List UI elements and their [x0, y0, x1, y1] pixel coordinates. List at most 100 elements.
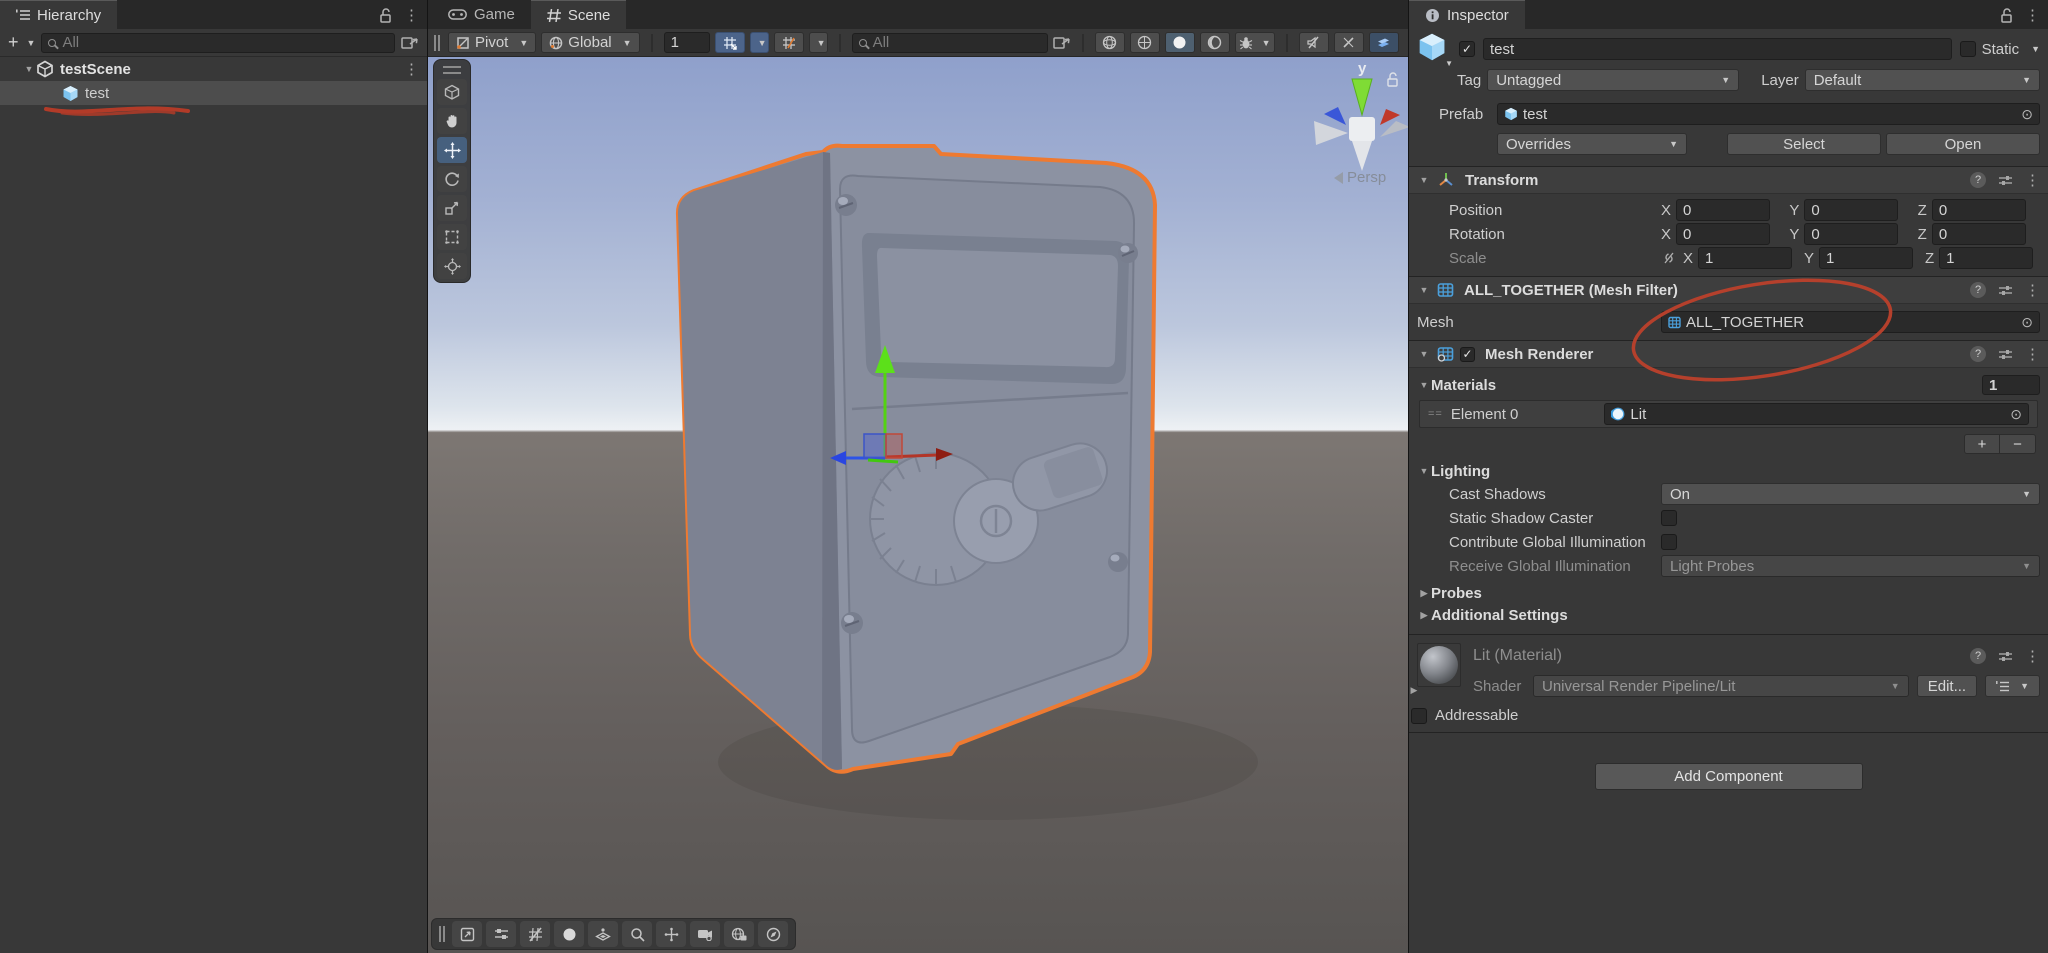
- foldout-icon[interactable]: [1417, 285, 1431, 295]
- tab-game[interactable]: Game: [432, 0, 531, 29]
- layer-dropdown[interactable]: Default ▼: [1805, 69, 2040, 91]
- position-z-field[interactable]: [1932, 199, 2026, 221]
- scale-z-field[interactable]: [1939, 247, 2033, 269]
- projection-toggle[interactable]: Persp: [1334, 169, 1386, 186]
- mesh-object-field[interactable]: ALL_TOGETHER ⊙: [1661, 311, 2040, 333]
- toolbar-drag-handle[interactable]: [434, 35, 440, 51]
- scale-y-field[interactable]: [1819, 247, 1913, 269]
- material-thumbnail[interactable]: [1417, 643, 1461, 687]
- unlock-icon[interactable]: [2000, 7, 2013, 23]
- rotation-x-field[interactable]: [1676, 223, 1770, 245]
- material-foldout-icon[interactable]: [1407, 685, 1421, 696]
- position-x-field[interactable]: [1676, 199, 1770, 221]
- presets-icon[interactable]: [1998, 174, 2013, 187]
- gizmo-selection-button[interactable]: [588, 921, 618, 947]
- audio-toggle-button[interactable]: [1200, 32, 1230, 53]
- name-field[interactable]: [1483, 38, 1952, 60]
- cast-shadows-dropdown[interactable]: On ▼: [1661, 483, 2040, 505]
- search-overlay-button[interactable]: [622, 921, 652, 947]
- occlusion-overlay-button[interactable]: [724, 921, 754, 947]
- increment-snap-toggle[interactable]: [774, 32, 804, 53]
- lighting-foldout-row[interactable]: Lighting: [1409, 460, 2048, 482]
- select-button[interactable]: Select: [1727, 133, 1881, 155]
- remove-material-button[interactable]: −: [2000, 434, 2036, 454]
- help-icon[interactable]: ?: [1970, 346, 1986, 362]
- grid-visibility-button[interactable]: [520, 921, 550, 947]
- effects-dropdown-button[interactable]: ▼: [1235, 32, 1275, 53]
- view-settings-button[interactable]: [486, 921, 516, 947]
- shader-dropdown[interactable]: Universal Render Pipeline/Lit ▼: [1533, 675, 1909, 697]
- foldout-icon[interactable]: [1417, 380, 1431, 390]
- grid-snap-dropdown[interactable]: ▼: [750, 32, 769, 53]
- view-tool-button[interactable]: [437, 79, 467, 105]
- scene-search-field[interactable]: All: [852, 33, 1048, 53]
- grid-size-input[interactable]: [664, 32, 710, 53]
- global-mode-button[interactable]: Global ▼: [541, 32, 639, 53]
- hierarchy-item-test[interactable]: test: [0, 81, 427, 105]
- tab-hierarchy[interactable]: Hierarchy: [0, 0, 117, 29]
- scene-viewport[interactable]: y Persp: [428, 57, 1408, 953]
- camera-overlay-button[interactable]: [690, 921, 720, 947]
- rotation-z-field[interactable]: [1932, 223, 2026, 245]
- materials-count-field[interactable]: [1982, 375, 2040, 395]
- help-icon[interactable]: ?: [1970, 172, 1986, 188]
- presets-icon[interactable]: [1998, 348, 2013, 361]
- object-picker-icon[interactable]: ⊙: [2010, 406, 2022, 423]
- transform-tool-button[interactable]: [437, 253, 467, 279]
- component-menu-icon[interactable]: ⋮: [2025, 345, 2040, 363]
- gizmo-toggle-button[interactable]: [1334, 32, 1364, 53]
- navigation-overlay-button[interactable]: [758, 921, 788, 947]
- grid-snap-toggle[interactable]: [715, 32, 745, 53]
- overlay-drag-handle[interactable]: [443, 66, 461, 74]
- component-menu-icon[interactable]: ⋮: [2025, 281, 2040, 299]
- foldout-icon[interactable]: [1417, 349, 1431, 359]
- foldout-icon[interactable]: [22, 64, 36, 74]
- additional-settings-foldout-row[interactable]: Additional Settings: [1409, 604, 2048, 626]
- increment-snap-dropdown[interactable]: ▼: [809, 32, 828, 53]
- shader-edit-button[interactable]: Edit...: [1917, 675, 1977, 697]
- create-object-button[interactable]: +▼: [8, 32, 35, 53]
- help-icon[interactable]: ?: [1970, 648, 1986, 664]
- add-material-button[interactable]: +: [1964, 434, 2000, 454]
- frame-selected-icon[interactable]: [1053, 35, 1071, 51]
- tab-scene[interactable]: Scene: [531, 0, 627, 29]
- lighting-toggle-button[interactable]: [1165, 32, 1195, 53]
- position-y-field[interactable]: [1804, 199, 1898, 221]
- presets-icon[interactable]: [1998, 650, 2013, 663]
- overlays-button[interactable]: [1369, 32, 1399, 53]
- addressable-checkbox[interactable]: [1411, 708, 1427, 724]
- static-shadow-caster-checkbox[interactable]: [1661, 510, 1677, 526]
- scale-tool-button[interactable]: [437, 195, 467, 221]
- help-icon[interactable]: ?: [1970, 282, 1986, 298]
- audio-mute-button[interactable]: [1299, 32, 1329, 53]
- lighting-preview-button[interactable]: [554, 921, 584, 947]
- renderer-enabled-checkbox[interactable]: ✓: [1460, 347, 1475, 362]
- foldout-icon[interactable]: [1417, 175, 1431, 185]
- rotation-y-field[interactable]: [1804, 223, 1898, 245]
- view-options-button[interactable]: [1130, 32, 1160, 53]
- probes-foldout-row[interactable]: Probes: [1409, 582, 2048, 604]
- shading-mode-button[interactable]: [1095, 32, 1125, 53]
- hierarchy-search-field[interactable]: All: [41, 33, 395, 53]
- mesh-filter-header[interactable]: ALL_TOGETHER (Mesh Filter) ? ⋮: [1409, 276, 2048, 304]
- foldout-icon[interactable]: [1417, 466, 1431, 476]
- gizmo-unlock-icon[interactable]: [1386, 71, 1399, 87]
- unlock-icon[interactable]: [379, 7, 392, 23]
- scale-x-field[interactable]: [1698, 247, 1792, 269]
- shader-list-button[interactable]: ▼: [1985, 675, 2040, 697]
- pivot-mode-button[interactable]: Pivot ▼: [448, 32, 536, 53]
- open-button[interactable]: Open: [1886, 133, 2040, 155]
- presets-icon[interactable]: [1998, 284, 2013, 297]
- component-menu-icon[interactable]: ⋮: [2025, 647, 2040, 665]
- tab-inspector[interactable]: Inspector: [1409, 0, 1525, 29]
- maximize-button[interactable]: [452, 921, 482, 947]
- tag-dropdown[interactable]: Untagged ▼: [1487, 69, 1739, 91]
- hierarchy-item-testscene[interactable]: testScene ⋮: [0, 57, 427, 81]
- overrides-dropdown[interactable]: Overrides ▼: [1497, 133, 1687, 155]
- drag-handle-icon[interactable]: ==: [1428, 408, 1443, 420]
- object-picker-icon[interactable]: ⊙: [2021, 106, 2033, 123]
- scene-picking-icon[interactable]: [401, 35, 419, 51]
- receive-gi-dropdown[interactable]: Light Probes ▼: [1661, 555, 2040, 577]
- materials-foldout-row[interactable]: Materials: [1409, 374, 2048, 396]
- prefab-object-field[interactable]: test ⊙: [1497, 103, 2040, 125]
